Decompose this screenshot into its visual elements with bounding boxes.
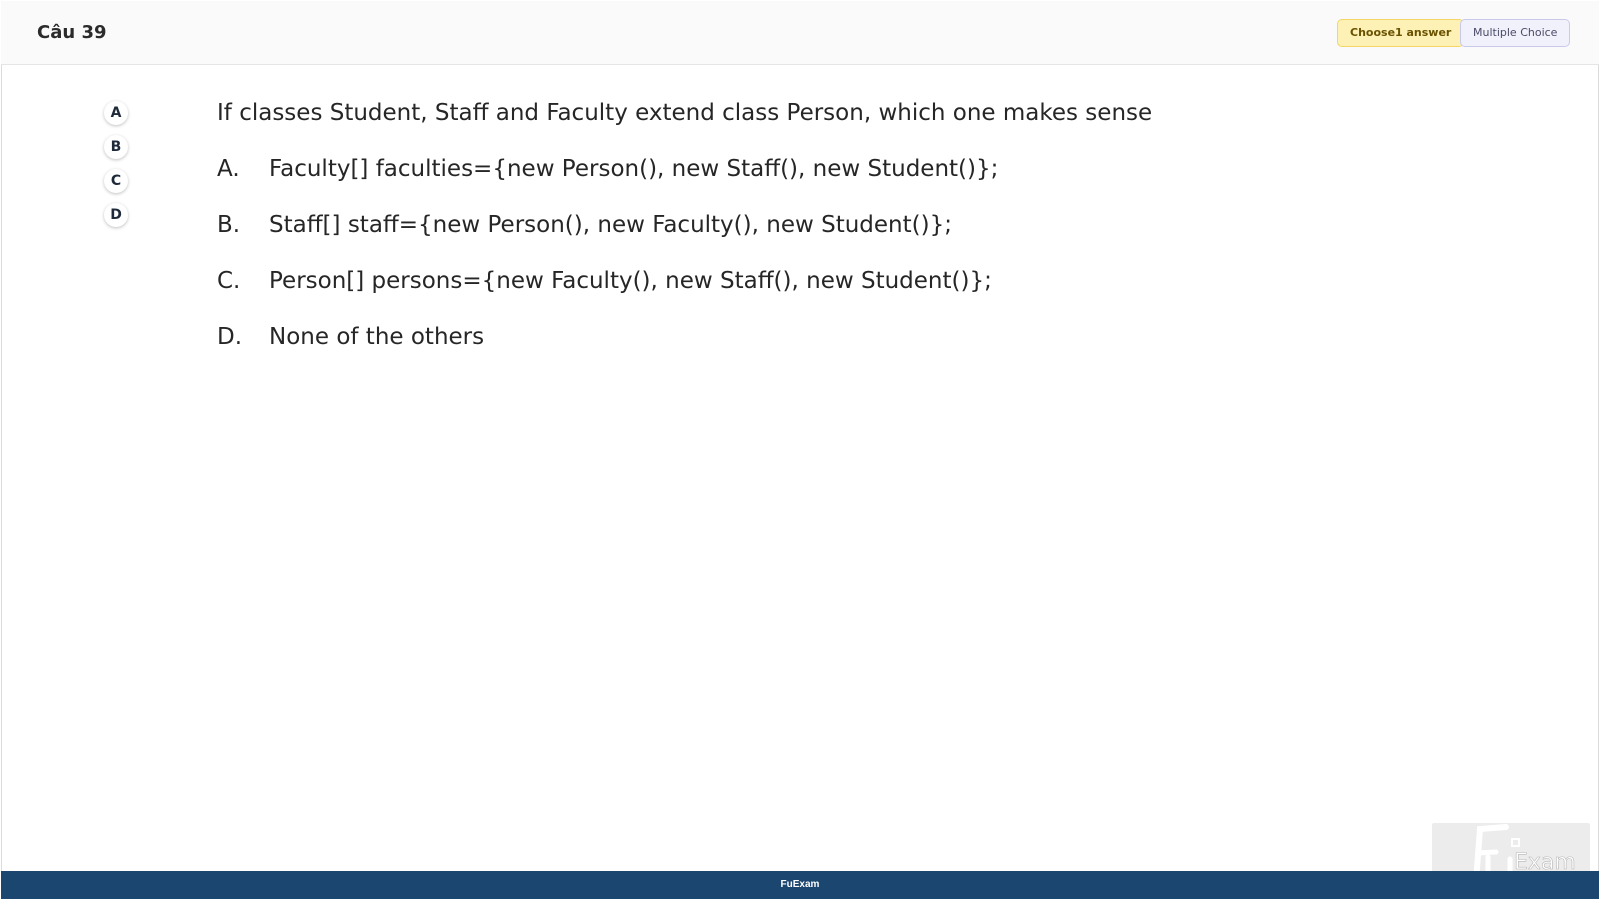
option-text: Faculty[] faculties={new Person(), new S… bbox=[269, 156, 999, 182]
question-text: If classes Student, Staff and Faculty ex… bbox=[217, 100, 1153, 126]
option-text: Person[] persons={new Faculty(), new Sta… bbox=[269, 268, 992, 294]
option-letter: B. bbox=[217, 212, 241, 238]
answer-picker-a[interactable]: A bbox=[104, 101, 128, 125]
option-text: Staff[] staff={new Person(), new Faculty… bbox=[269, 212, 952, 238]
question-number: Câu 39 bbox=[37, 22, 107, 43]
option-list: A. Faculty[] faculties={new Person(), ne… bbox=[217, 156, 998, 380]
footer-brand: FuExam bbox=[780, 879, 820, 890]
footer-bar: FuExam bbox=[1, 871, 1599, 899]
question-type-badge: Multiple Choice bbox=[1460, 19, 1571, 47]
answer-picker-d[interactable]: D bbox=[104, 203, 128, 227]
question-header: Câu 39 Choose1 answer Multiple Choice bbox=[1, 1, 1599, 65]
option-c: C. Person[] persons={new Faculty(), new … bbox=[217, 268, 998, 324]
choose-answer-badge: Choose1 answer bbox=[1337, 19, 1465, 47]
option-letter: C. bbox=[217, 268, 241, 294]
option-d: D. None of the others bbox=[217, 324, 998, 380]
answer-picker-c[interactable]: C bbox=[104, 169, 128, 193]
option-b: B. Staff[] staff={new Person(), new Facu… bbox=[217, 212, 998, 268]
option-letter: D. bbox=[217, 324, 243, 350]
exam-window bbox=[1, 1, 1599, 899]
option-text: None of the others bbox=[269, 324, 485, 350]
answer-picker-b[interactable]: B bbox=[104, 135, 128, 159]
option-a: A. Faculty[] faculties={new Person(), ne… bbox=[217, 156, 998, 212]
option-letter: A. bbox=[217, 156, 240, 182]
answer-picker: A B C D bbox=[104, 101, 130, 237]
